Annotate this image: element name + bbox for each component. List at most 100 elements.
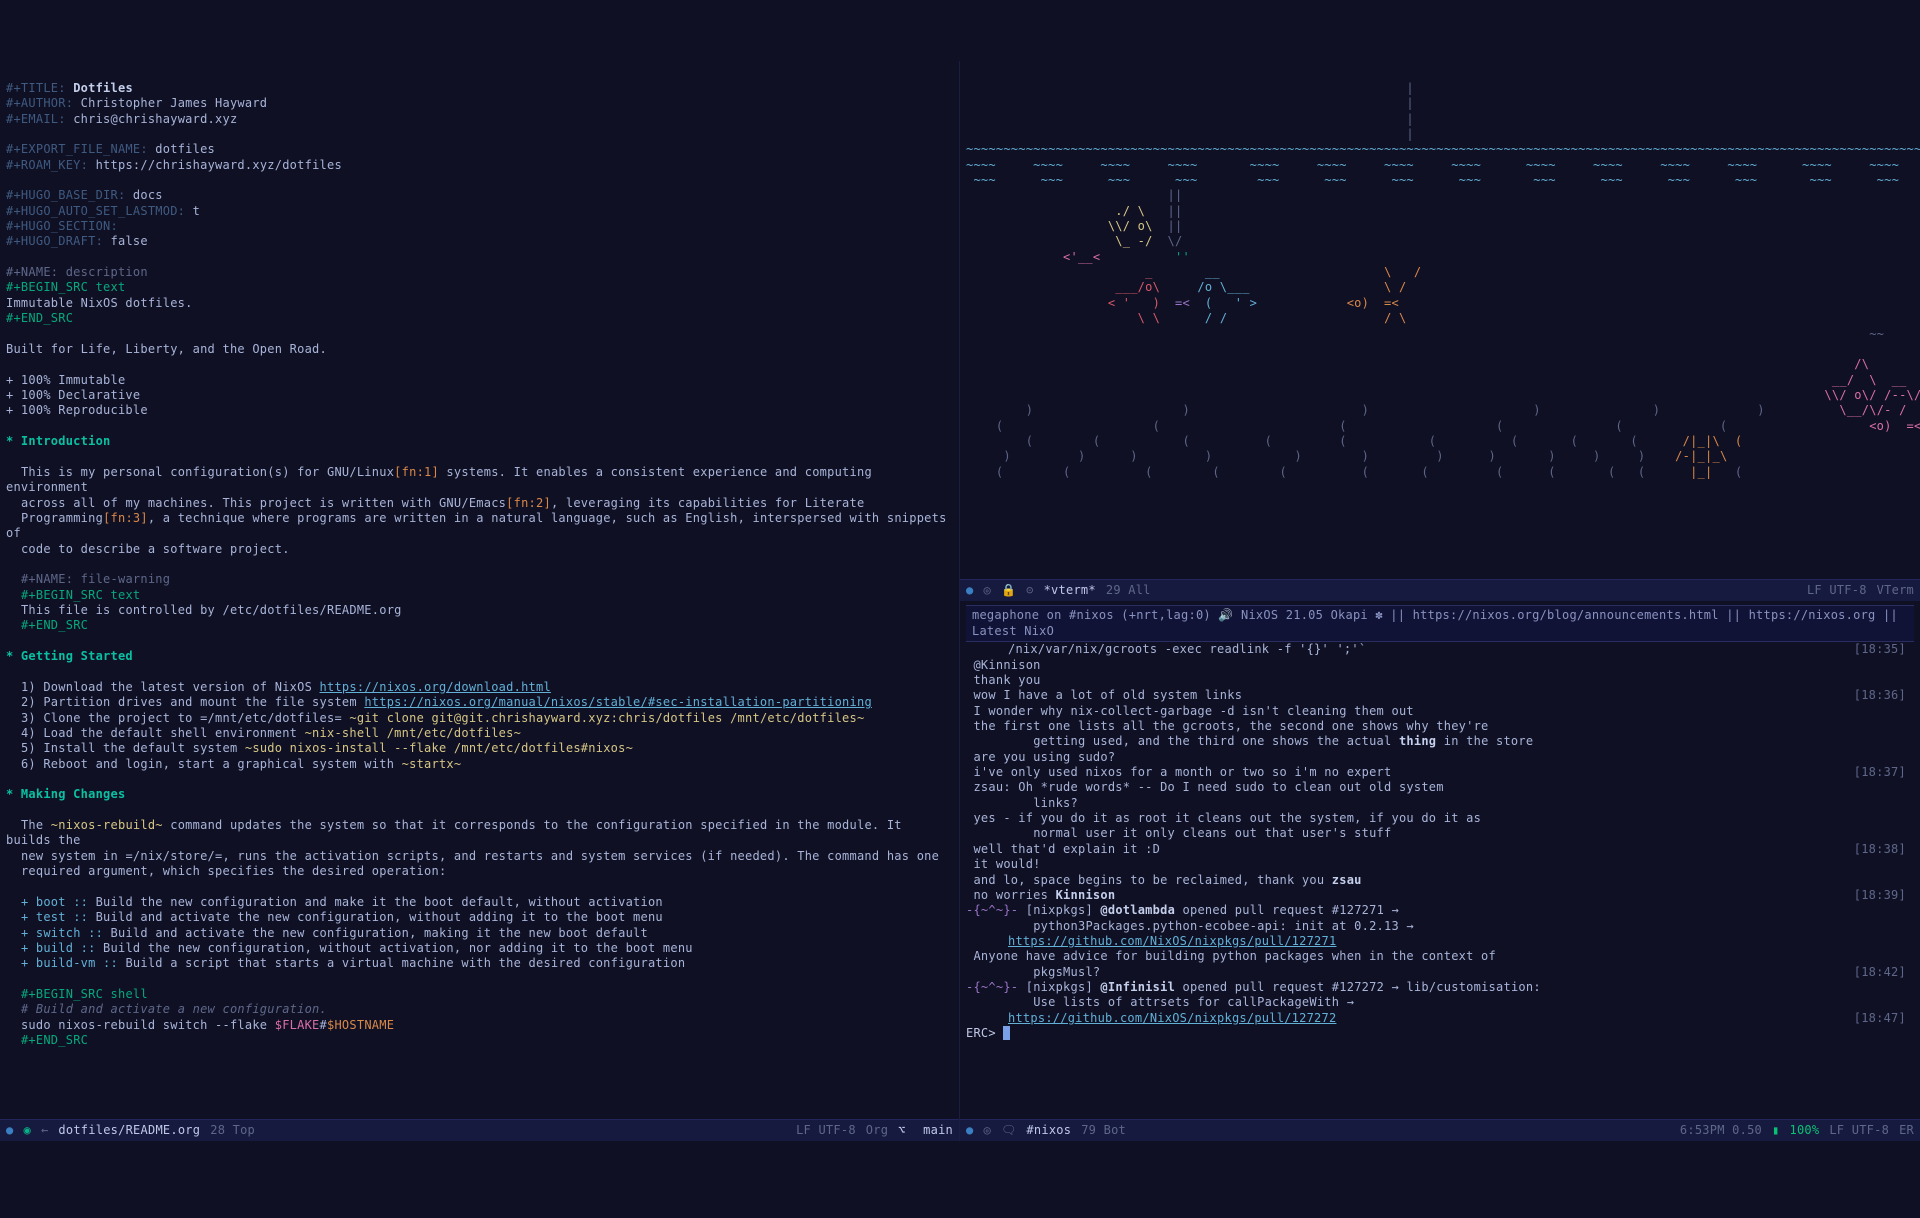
comment: # Build and activate a new configuration…: [21, 1002, 327, 1016]
org-heading[interactable]: * Making Changes: [6, 787, 125, 801]
erc-line: yes - if you do it as root it cleans out…: [966, 811, 1914, 826]
erc-line: https://github.com/NixOS/nixpkgs/pull/12…: [966, 1011, 1914, 1026]
speaker-icon: 🔊: [1218, 608, 1233, 622]
org-val: dotfiles: [155, 142, 215, 156]
erc-line: it would!: [966, 857, 1914, 872]
timestamp: [18:37]: [1854, 765, 1906, 780]
modeline-vterm[interactable]: ● ◎ 🔒 ⊝ *vterm* 29 All LF UTF-8 VTerm: [960, 579, 1920, 601]
circle-icon: ◎: [983, 1123, 990, 1138]
step-5: 5) Install the default system ~sudo nixo…: [21, 741, 633, 755]
modeline-erc[interactable]: ● ◎ 🗨 #nixos 79 Bot 6:53PM 0.50 ▮ 100% L…: [960, 1119, 1920, 1141]
footnote[interactable]: [fn:3]: [103, 511, 148, 525]
buffer-name[interactable]: *vterm*: [1044, 583, 1096, 598]
nick: -{~^~}-: [966, 980, 1018, 994]
link[interactable]: https://nixos.org/manual/nixos/stable/#s…: [364, 695, 872, 709]
op-item: + build :: Build the new configuration, …: [21, 941, 693, 955]
back-icon[interactable]: ←: [41, 1123, 48, 1138]
erc-line: wow I have a lot of old system links[18:…: [966, 688, 1914, 703]
major-mode[interactable]: ER: [1899, 1123, 1914, 1138]
src-end: #+END_SRC: [6, 311, 73, 325]
org-key: #+AUTHOR:: [6, 96, 73, 110]
erc-line: -{~^~}- [nixpkgs] @dotlambda opened pull…: [966, 903, 1914, 918]
major-mode[interactable]: Org: [866, 1123, 888, 1138]
org-key: #+HUGO_AUTO_SET_LASTMOD:: [6, 204, 185, 218]
erc-line: are you using sudo?: [966, 750, 1914, 765]
step-6: 6) Reboot and login, start a graphical s…: [21, 757, 461, 771]
org-key: #+EXPORT_FILE_NAME:: [6, 142, 148, 156]
op-item: + test :: Build and activate the new con…: [21, 910, 663, 924]
src-end: #+END_SRC: [21, 618, 88, 632]
org-email: chris@chrishayward.xyz: [73, 112, 237, 126]
timestamp: [18:35]: [1854, 642, 1906, 657]
org-val: https://chrishayward.xyz/dotfiles: [96, 158, 342, 172]
timestamp: [18:47]: [1854, 1011, 1906, 1026]
battery-icon: ▮: [1772, 1123, 1779, 1138]
major-mode[interactable]: VTerm: [1877, 583, 1914, 598]
timestamp: [18:36]: [1854, 688, 1906, 703]
org-heading[interactable]: * Getting Started: [6, 649, 133, 663]
erc-buffer[interactable]: megaphone on #nixos (+nrt,lag:0) 🔊 NixOS…: [960, 601, 1920, 1119]
op-item: + switch :: Build and activate the new c…: [21, 926, 648, 940]
src-begin: #+BEGIN_SRC shell: [21, 987, 148, 1001]
erc-line: @Kinnison: [966, 658, 1914, 673]
status-dot-icon: ●: [6, 1123, 13, 1138]
erc-prompt-line[interactable]: ERC>: [966, 1026, 1914, 1041]
org-title: Dotfiles: [73, 81, 133, 95]
buffer-pos: 79 Bot: [1081, 1123, 1126, 1138]
erc-line: Use lists of attrsets for callPackageWit…: [966, 995, 1914, 1010]
timestamp: [18:38]: [1854, 842, 1906, 857]
org-line: + 100% Immutable: [6, 373, 125, 387]
erc-line: https://github.com/NixOS/nixpkgs/pull/12…: [966, 934, 1914, 949]
org-heading[interactable]: * Introduction: [6, 434, 111, 448]
erc-prompt: ERC>: [966, 1026, 1003, 1040]
src-body: Immutable NixOS dotfiles.: [6, 296, 193, 310]
circle-icon: ◎: [983, 583, 990, 598]
chat-icon: 🗨: [1001, 1123, 1016, 1138]
encoding: LF UTF-8: [1829, 1123, 1889, 1138]
op-item: + build-vm :: Build a script that starts…: [21, 956, 685, 970]
readonly-icon: ◉: [23, 1123, 30, 1138]
erc-line: getting used, and the third one shows th…: [966, 734, 1914, 749]
step-2: 2) Partition drives and mount the file s…: [21, 695, 872, 709]
vterm-buffer[interactable]: | | | | ~~~~~~~~~~~~~~~: [960, 61, 1920, 579]
src-begin: #+BEGIN_SRC text: [21, 588, 140, 602]
buffer-pos: 28 Top: [210, 1123, 255, 1138]
org-author: Christopher James Hayward: [81, 96, 268, 110]
modeline-left[interactable]: ● ◉ ← dotfiles/README.org 28 Top LF UTF-…: [0, 1119, 959, 1141]
shell-cmd: sudo nixos-rebuild switch --flake $FLAKE…: [21, 1018, 394, 1032]
encoding: LF UTF-8: [1807, 583, 1867, 598]
erc-line: -{~^~}- [nixpkgs] @Infinisil opened pull…: [966, 980, 1914, 995]
buffer-pos: 29 All: [1106, 583, 1151, 598]
erc-line: links?: [966, 796, 1914, 811]
org-line: + 100% Declarative: [6, 388, 140, 402]
erc-line: and lo, space begins to be reclaimed, th…: [966, 873, 1914, 888]
step-4: 4) Load the default shell environment ~n…: [21, 726, 521, 740]
org-line: + 100% Reproducible: [6, 403, 148, 417]
org-key: #+HUGO_BASE_DIR:: [6, 188, 125, 202]
org-name: #+NAME: file-warning: [21, 572, 170, 586]
erc-line: pkgsMusl?[18:42]: [966, 965, 1914, 980]
footnote[interactable]: [fn:2]: [506, 496, 551, 510]
erc-line: no worries Kinnison[18:39]: [966, 888, 1914, 903]
op-item: + boot :: Build the new configuration an…: [21, 895, 663, 909]
step-1: 1) Download the latest version of NixOS …: [21, 680, 551, 694]
link[interactable]: https://github.com/NixOS/nixpkgs/pull/12…: [1008, 1011, 1336, 1025]
buffer-name[interactable]: #nixos: [1026, 1123, 1071, 1138]
timestamp: [18:39]: [1854, 888, 1906, 903]
erc-header: megaphone on #nixos (+nrt,lag:0) 🔊 NixOS…: [966, 605, 1914, 642]
link[interactable]: https://nixos.org/download.html: [320, 680, 551, 694]
org-name: #+NAME: description: [6, 265, 148, 279]
erc-line: zsau: Oh *rude words* -- Do I need sudo …: [966, 780, 1914, 795]
git-branch-icon: ⌥: [898, 1123, 905, 1138]
lock-icon: 🔒: [1001, 583, 1016, 598]
link[interactable]: https://github.com/NixOS/nixpkgs/pull/12…: [1008, 934, 1336, 948]
battery: 100%: [1789, 1123, 1819, 1138]
src-body: This file is controlled by /etc/dotfiles…: [21, 603, 402, 617]
git-branch[interactable]: main: [916, 1123, 953, 1138]
footnote[interactable]: [fn:1]: [394, 465, 439, 479]
buffer-name[interactable]: dotfiles/README.org: [58, 1123, 200, 1138]
erc-line: normal user it only cleans out that user…: [966, 826, 1914, 841]
org-buffer[interactable]: #+TITLE: Dotfiles #+AUTHOR: Christopher …: [0, 61, 959, 1119]
src-end: #+END_SRC: [21, 1033, 88, 1047]
org-val: t: [193, 204, 200, 218]
